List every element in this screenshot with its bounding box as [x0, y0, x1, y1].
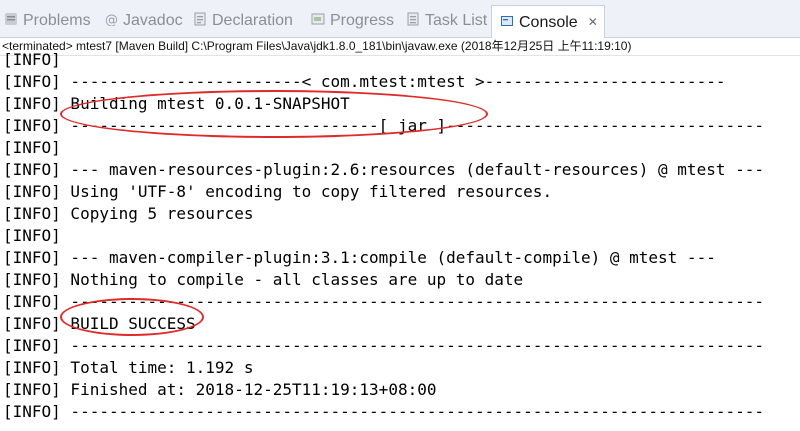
console-icon: [500, 8, 514, 26]
console-line: [INFO] Nothing to compile - all classes …: [3, 270, 524, 289]
problems-icon: [4, 7, 18, 25]
javadoc-icon: @: [104, 7, 118, 28]
console-line: [INFO] --- maven-resources-plugin:2.6:re…: [3, 160, 764, 179]
console-line: [INFO] --- maven-compiler-plugin:3.1:com…: [3, 248, 716, 267]
tab-declaration[interactable]: Declaration: [193, 6, 293, 36]
tab-console[interactable]: Console ✕: [491, 5, 605, 39]
declaration-icon: [193, 7, 207, 26]
console-line: [INFO]: [3, 50, 61, 69]
tab-task-list[interactable]: Task List: [406, 6, 487, 36]
close-icon[interactable]: ✕: [588, 6, 598, 38]
console-line: [INFO] ---------------------------------…: [3, 336, 764, 355]
task-list-icon: [406, 7, 420, 26]
tab-label: Problems: [23, 12, 91, 29]
console-line: [INFO] BUILD SUCCESS: [3, 314, 196, 333]
console-line: [INFO] Using 'UTF-8' encoding to copy fi…: [3, 182, 553, 201]
tab-label: Task List: [425, 12, 488, 29]
console-output[interactable]: [INFO] [INFO] ------------------------< c…: [0, 48, 800, 431]
svg-text:@: @: [105, 13, 118, 26]
console-lines: [INFO] [INFO] ------------------------< c…: [3, 49, 764, 423]
view-tab-bar: Problems @ Javadoc Declaration Progress …: [0, 0, 800, 39]
console-line: [INFO] Building mtest 0.0.1-SNAPSHOT: [3, 94, 350, 113]
console-line: [INFO] ------------------------< com.mte…: [3, 72, 726, 91]
console-line: [INFO] --------------------------------[…: [3, 116, 764, 135]
tab-progress[interactable]: Progress: [311, 6, 394, 36]
progress-icon: [311, 7, 325, 25]
tab-label: Declaration: [212, 12, 293, 29]
eclipse-console-view: Problems @ Javadoc Declaration Progress …: [0, 0, 800, 431]
console-line: [INFO] Total time: 1.192 s: [3, 358, 254, 377]
tab-label: Progress: [330, 12, 395, 29]
console-line: [INFO]: [3, 138, 61, 157]
console-line: [INFO] ---------------------------------…: [3, 402, 764, 421]
console-line: [INFO] Finished at: 2018-12-25T11:19:13+…: [3, 380, 437, 399]
tab-problems[interactable]: Problems: [4, 6, 91, 36]
tab-label: Console: [519, 14, 578, 31]
console-line: [INFO] ---------------------------------…: [3, 292, 764, 311]
console-line: [INFO]: [3, 226, 61, 245]
tab-javadoc[interactable]: @ Javadoc: [104, 6, 183, 36]
tab-label: Javadoc: [123, 12, 183, 29]
console-line: [INFO] Copying 5 resources: [3, 204, 254, 223]
